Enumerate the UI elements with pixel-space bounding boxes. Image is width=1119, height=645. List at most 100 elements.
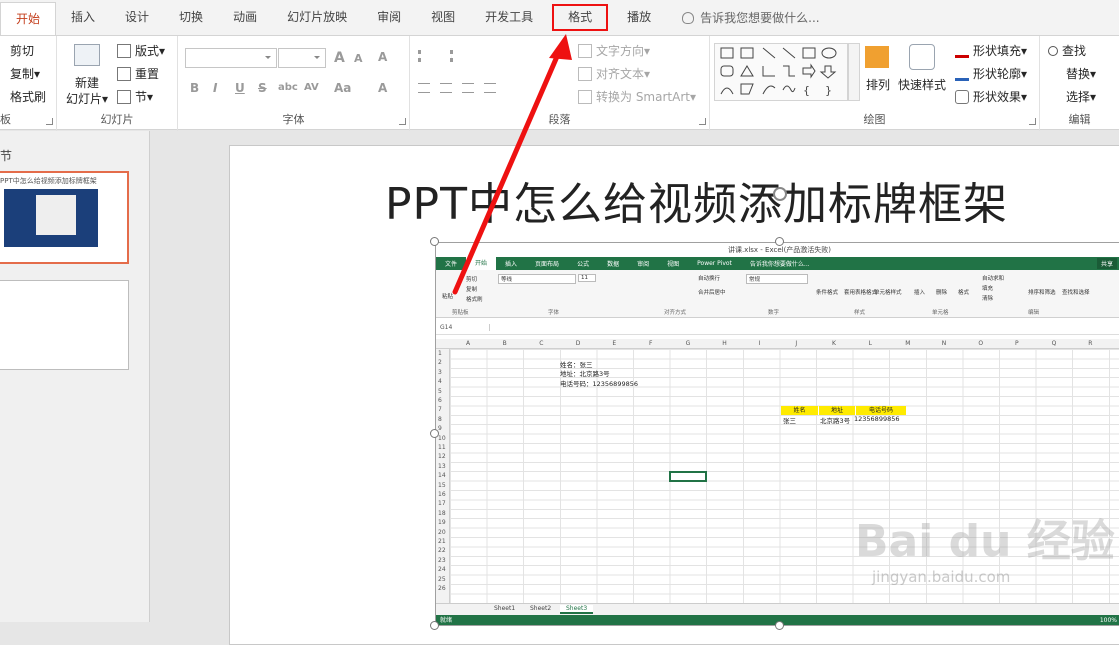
excel-formula-bar: G14	[436, 323, 1119, 335]
quick-styles-button[interactable]: 快速样式	[898, 76, 946, 93]
tab-format[interactable]: 格式	[548, 0, 612, 35]
slide-thumbnail-2[interactable]	[0, 280, 129, 370]
dialog-launcher-icon[interactable]	[1029, 118, 1036, 125]
resize-handle-left[interactable]	[430, 429, 439, 438]
italic-button[interactable]: I	[213, 81, 217, 95]
font-color-button[interactable]: A	[378, 81, 387, 95]
numbering-icon[interactable]	[450, 50, 464, 62]
dialog-launcher-icon[interactable]	[46, 118, 53, 125]
replace-button[interactable]: 替换 ▾	[1048, 65, 1096, 82]
underline-button[interactable]: U	[235, 81, 245, 95]
baidu-watermark-url: jingyan.baidu.com	[872, 568, 1011, 586]
excel-row-header: 10	[438, 434, 446, 442]
dialog-launcher-icon[interactable]	[699, 118, 706, 125]
tab-transitions[interactable]: 切换	[164, 0, 218, 35]
excel-row-header: 8	[438, 415, 442, 423]
new-slide-icon	[74, 44, 100, 66]
gallery-scroll[interactable]	[848, 43, 860, 101]
resize-handle-top-left[interactable]	[430, 237, 439, 246]
case-button[interactable]: Aa	[334, 81, 351, 95]
excel-autosum: 自动求和	[982, 276, 1005, 282]
excel-group-number: 数字	[768, 310, 780, 316]
smartart-button[interactable]: 转换为 SmartArt ▾	[578, 88, 696, 105]
excel-clear: 清除	[982, 296, 994, 302]
excel-column-header: C	[539, 340, 544, 347]
paint-bucket-icon	[955, 44, 969, 58]
excel-column-header: D	[575, 340, 581, 347]
rotate-handle-icon[interactable]	[773, 187, 787, 201]
tell-me-box[interactable]: 告诉我您想要做什么...	[666, 0, 820, 35]
spacing-button[interactable]: AV	[304, 82, 319, 93]
tab-insert[interactable]: 插入	[56, 0, 110, 35]
shadow-button[interactable]: abc	[278, 82, 298, 93]
excel-fill: 填充	[982, 286, 994, 292]
resize-handle-bottom-left[interactable]	[430, 621, 439, 630]
section-button[interactable]: 节 ▾	[117, 88, 153, 105]
new-slide-dropdown[interactable]: 幻灯片 ▾	[66, 90, 108, 107]
thumbnail-window	[36, 195, 76, 235]
tab-slideshow[interactable]: 幻灯片放映	[272, 0, 362, 35]
excel-tab-view: 视图	[667, 261, 680, 268]
bullets-icon[interactable]	[418, 50, 432, 62]
excel-row-header: 25	[438, 575, 446, 583]
shape-outline-button[interactable]: 形状轮廓 ▾	[955, 65, 1027, 82]
strike-button[interactable]: S	[258, 81, 267, 95]
copy-button[interactable]: 复制 ▾	[0, 65, 40, 82]
dialog-launcher-icon[interactable]	[399, 118, 406, 125]
resize-handle-top[interactable]	[775, 237, 784, 246]
excel-group-editing: 编辑	[1028, 310, 1040, 316]
font-name-combo[interactable]	[185, 48, 277, 68]
shape-effects-button[interactable]: 形状效果 ▾	[955, 88, 1027, 105]
excel-row-header: 3	[438, 368, 442, 376]
excel-column-header: E	[612, 340, 617, 347]
text-direction-button[interactable]: 文字方向 ▾	[578, 42, 650, 59]
tab-design[interactable]: 设计	[110, 0, 164, 35]
tab-view[interactable]: 视图	[416, 0, 470, 35]
group-title-slides: 幻灯片	[100, 113, 134, 126]
excel-column-header: B	[502, 340, 507, 347]
align-center-icon[interactable]	[440, 83, 452, 93]
tab-review[interactable]: 审阅	[362, 0, 416, 35]
layout-button[interactable]: 版式 ▾	[117, 42, 165, 59]
excel-paste: 粘贴	[442, 294, 454, 300]
excel-column-header: I	[758, 340, 761, 347]
bold-button[interactable]: B	[190, 81, 199, 95]
excel-tellme: 告诉我你想要做什么...	[749, 261, 810, 268]
excel-find-select: 查找和选择	[1062, 290, 1090, 296]
group-editing: 查找 替换 ▾ 选择 ▾ 编辑	[1040, 36, 1119, 131]
grow-font-button[interactable]: A	[334, 50, 345, 66]
font-size-combo[interactable]	[278, 48, 326, 68]
excel-column-headers: A B C D E F G H I J K L M N O P Q R	[436, 339, 1119, 349]
excel-cond-format: 条件格式	[816, 290, 839, 296]
tab-animations[interactable]: 动画	[218, 0, 272, 35]
excel-tab-home: 开始	[466, 257, 497, 270]
selected-cell	[669, 471, 707, 482]
new-slide-button[interactable]: 新建	[75, 74, 99, 91]
cut-button[interactable]: 剪切	[0, 42, 34, 59]
shrink-font-button[interactable]: A	[354, 52, 363, 65]
shape-fill-button[interactable]: 形状填充 ▾	[955, 42, 1027, 59]
arrange-button[interactable]: 排列	[866, 76, 890, 93]
clear-format-button[interactable]: A	[378, 50, 387, 64]
align-left-icon[interactable]	[418, 83, 430, 93]
justify-icon[interactable]	[484, 83, 496, 93]
slide-thumbnail-1[interactable]: PPT中怎么给视频添加标牌框架	[0, 171, 129, 264]
group-drawing: { } 排列 快速样式 形状填充 ▾ 形状轮廓 ▾ 形状效果 ▾ 绘图	[710, 36, 1040, 131]
format-painter-button[interactable]: 格式刷	[0, 88, 46, 105]
group-title-paragraph: 段落	[548, 113, 571, 126]
find-button[interactable]: 查找	[1048, 42, 1086, 59]
shapes-gallery[interactable]: { }	[714, 43, 848, 101]
excel-column-header: F	[649, 340, 653, 347]
tab-home[interactable]: 开始	[0, 2, 57, 35]
select-button[interactable]: 选择 ▾	[1048, 88, 1096, 105]
slide-title[interactable]: PPT中怎么给视频添加标牌框架	[385, 168, 1008, 232]
resize-handle-bottom[interactable]	[775, 621, 784, 630]
thumbnail-desktop-image	[4, 189, 98, 247]
cell-d4: 电话号码：12356899856	[560, 380, 638, 388]
tab-playback[interactable]: 播放	[612, 0, 666, 35]
align-right-icon[interactable]	[462, 83, 474, 93]
reset-button[interactable]: 重置	[117, 65, 159, 82]
excel-group-font: 字体	[548, 310, 560, 316]
align-text-button[interactable]: 对齐文本 ▾	[578, 65, 650, 82]
tab-developer[interactable]: 开发工具	[470, 0, 548, 35]
